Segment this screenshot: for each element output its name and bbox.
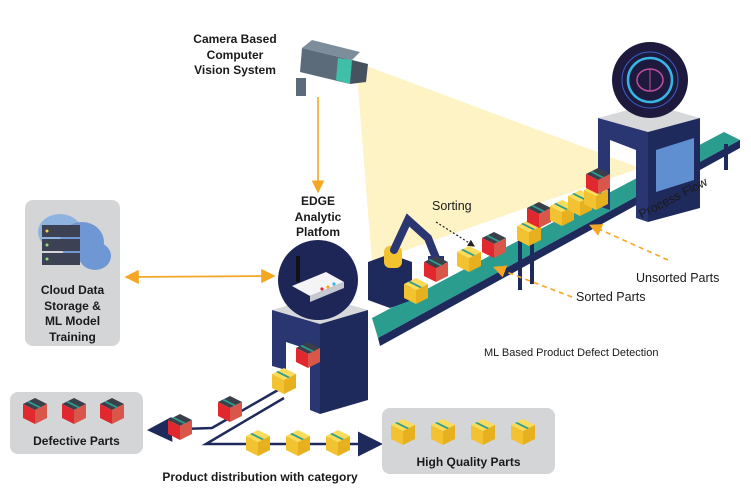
cloud-label: Cloud Data Storage & ML Model Training xyxy=(25,283,120,345)
camera-icon xyxy=(296,40,368,96)
router-icon xyxy=(278,240,358,320)
camera-label-line: Vision System xyxy=(194,63,276,77)
edge-label-line: Analytic xyxy=(294,209,342,224)
ml-detection-label: ML Based Product Defect Detection xyxy=(484,347,659,359)
high-quality-parts-label: High Quality Parts xyxy=(416,455,521,469)
cloud-label-line: ML Model xyxy=(44,314,101,328)
brain-ai-icon xyxy=(612,42,688,118)
cloud-label-line: Training xyxy=(49,329,96,344)
distribution-label: Product distribution with category xyxy=(162,470,358,484)
sorted-parts-label: Sorted Parts xyxy=(576,290,646,304)
camera-label: Camera Based Computer Vision System xyxy=(180,32,290,79)
defective-parts-label: Defective Parts xyxy=(33,434,120,448)
defective-boxes xyxy=(23,398,124,424)
sorting-label: Sorting xyxy=(432,199,472,213)
unsorted-pointer xyxy=(589,224,669,261)
camera-label-line: Camera Based xyxy=(193,32,277,46)
edge-label-line: Platfom xyxy=(295,225,340,239)
edge-label-line: EDGE xyxy=(300,194,335,208)
unsorted-parts-label: Unsorted Parts xyxy=(636,271,720,285)
camera-label-line: Computer xyxy=(206,47,264,62)
cloud-edge-arrow xyxy=(124,268,276,285)
edge-label: EDGE Analytic Platfom xyxy=(278,194,358,241)
cloud-label-line: Storage & xyxy=(44,298,101,313)
diagram-graphics xyxy=(10,40,740,474)
cloud-label-line: Cloud Data xyxy=(40,283,105,297)
defect-detection-diagram: Camera Based Computer Vision System EDGE… xyxy=(0,0,751,501)
